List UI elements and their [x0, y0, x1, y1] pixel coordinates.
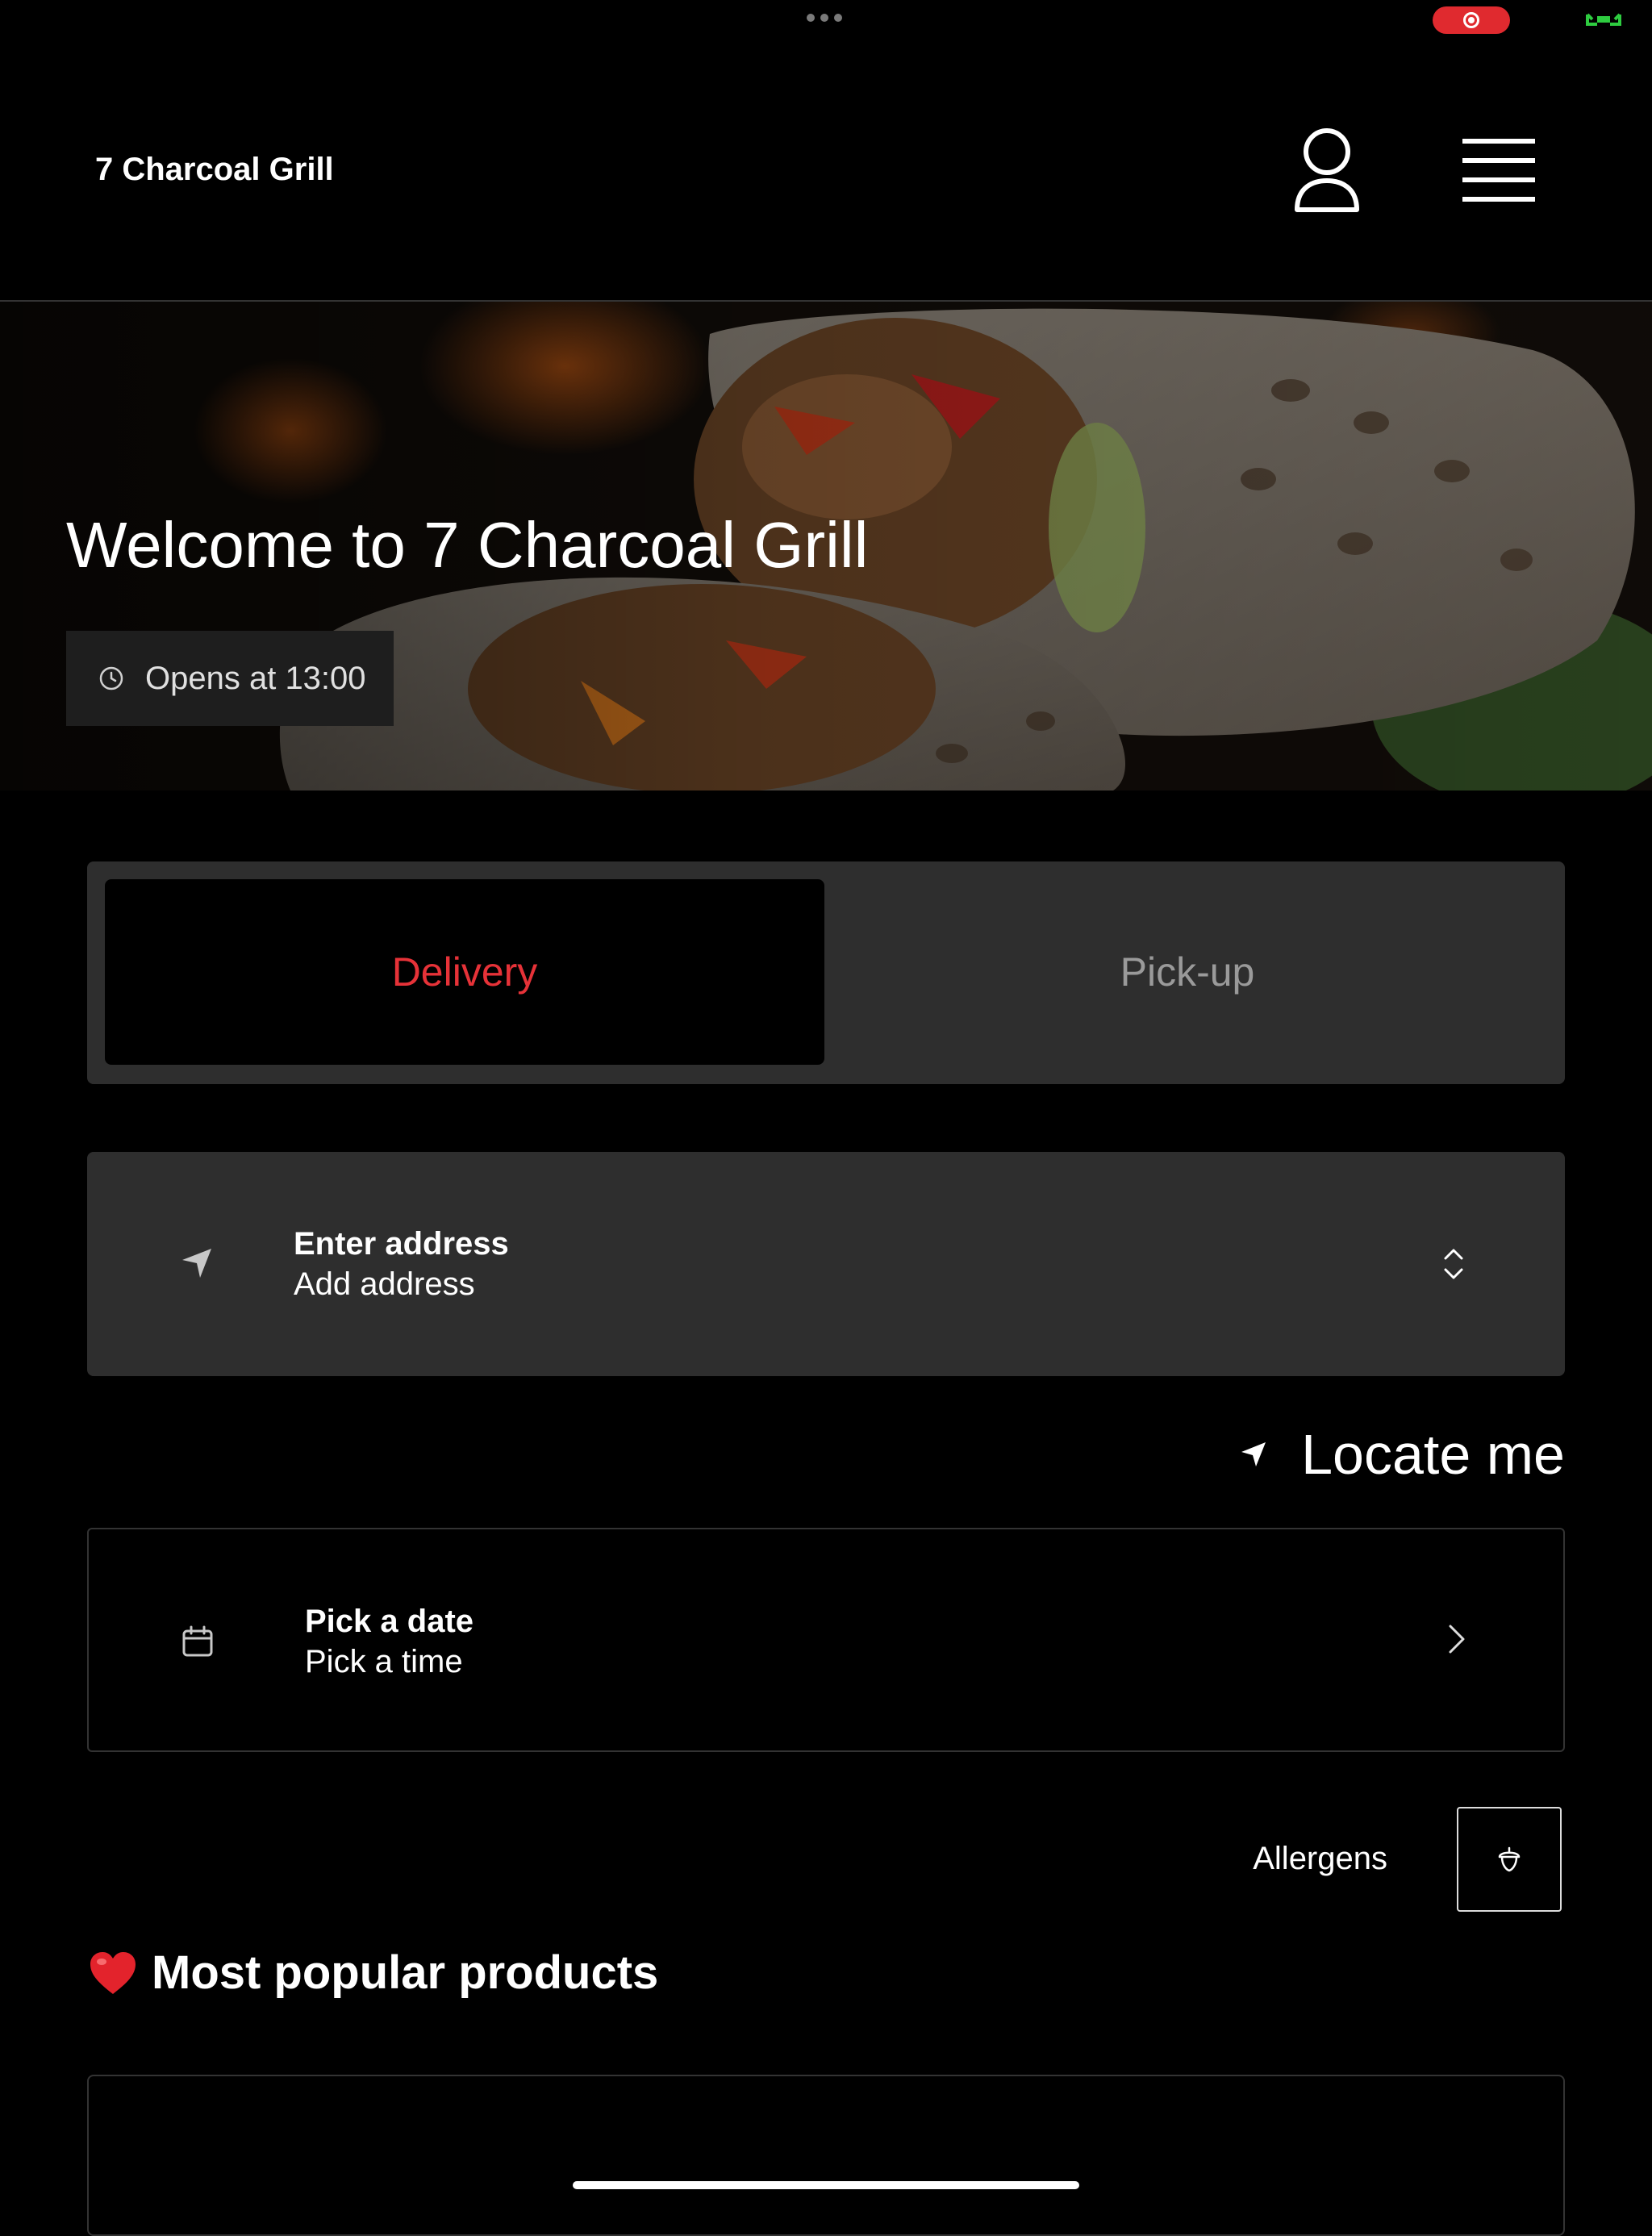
- navigation-arrow-icon: [182, 1249, 211, 1278]
- ellipsis-icon[interactable]: [807, 14, 842, 22]
- popular-products-heading: Most popular products: [89, 1946, 658, 2000]
- address-selector[interactable]: Enter address Add address: [87, 1152, 1565, 1376]
- schedule-selector[interactable]: Pick a date Pick a time: [87, 1528, 1565, 1752]
- tab-pickup[interactable]: Pick-up: [828, 879, 1547, 1065]
- hamburger-menu-icon[interactable]: [1458, 134, 1539, 206]
- user-icon: [1295, 128, 1359, 212]
- address-title: Enter address: [294, 1226, 509, 1262]
- heart-icon: [90, 1951, 136, 1994]
- locate-me-label: Locate me: [1301, 1423, 1565, 1486]
- profile-button[interactable]: [1283, 124, 1371, 221]
- opening-hours-badge: Opens at 13:00: [66, 631, 394, 726]
- popular-products-title: Most popular products: [152, 1946, 659, 1999]
- calendar-icon: [182, 1625, 213, 1657]
- app-header: 7 Charcoal Grill: [0, 40, 1652, 302]
- locate-me-button[interactable]: Locate me: [1239, 1418, 1565, 1491]
- product-card[interactable]: [87, 2075, 1565, 2236]
- address-subtitle: Add address: [294, 1266, 475, 1302]
- time-subtitle: Pick a time: [305, 1644, 463, 1679]
- fulfillment-toggle: Delivery Pick-up: [87, 861, 1565, 1084]
- opening-hours-text: Opens at 13:00: [145, 660, 366, 696]
- tab-delivery[interactable]: Delivery: [105, 879, 824, 1065]
- date-title: Pick a date: [305, 1604, 474, 1639]
- hero-banner: Welcome to 7 Charcoal Grill Opens at 13:…: [0, 302, 1652, 791]
- allergens-label: Allergens: [1253, 1841, 1387, 1876]
- screen-record-icon[interactable]: [1433, 6, 1510, 34]
- brand-name[interactable]: 7 Charcoal Grill: [95, 152, 334, 188]
- status-bar: [0, 0, 1652, 40]
- home-indicator[interactable]: [573, 2181, 1079, 2189]
- battery-icon: [1586, 13, 1621, 26]
- clock-icon: [99, 666, 123, 690]
- hero-title: Welcome to 7 Charcoal Grill: [66, 509, 869, 581]
- acorn-icon: [1498, 1846, 1521, 1872]
- chevron-right-icon: [1449, 1625, 1465, 1654]
- location-arrow-icon: [1241, 1442, 1266, 1466]
- allergens-button[interactable]: [1457, 1807, 1562, 1912]
- chevron-up-down-icon: [1444, 1249, 1463, 1279]
